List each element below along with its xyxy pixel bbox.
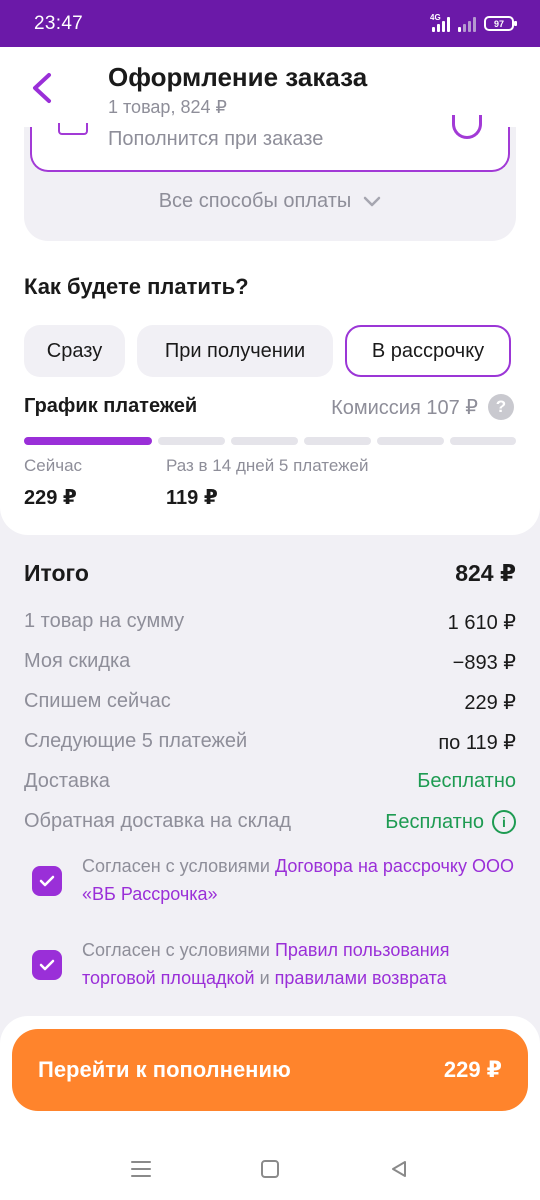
agreement-text: Согласен с условиями Правил пользования … [82, 940, 450, 988]
summary-row-label: Следующие 5 платежей [24, 730, 248, 752]
signal-weak-icon [458, 16, 476, 32]
chevron-down-icon [364, 196, 381, 206]
back-arrow-icon [33, 73, 51, 103]
progress-segment [377, 437, 444, 445]
question-icon[interactable]: ? [488, 394, 514, 420]
progress-segment [24, 437, 152, 445]
return-rules-link[interactable]: правилами возврата [275, 968, 447, 988]
delivery-value: Бесплатно [417, 770, 516, 792]
pay-option-now[interactable]: Сразу [24, 325, 125, 377]
now-label: Сейчас [24, 456, 83, 475]
back-button[interactable] [26, 68, 58, 108]
page-title: Оформление заказа [108, 62, 368, 92]
summary-row-value: по 119 ₽ [438, 732, 516, 754]
later-label: Раз в 14 дней 5 платежей [166, 456, 369, 475]
agreement-rules: Согласен с условиями Правил пользования … [32, 936, 516, 996]
system-navigation-bar [0, 1140, 540, 1200]
payment-method-text: Пополнится при заказе [108, 128, 324, 150]
info-icon[interactable]: i [492, 810, 516, 834]
progress-segment [158, 437, 225, 445]
cta-amount: 229 ₽ [443, 1057, 502, 1082]
pay-option-on-delivery[interactable]: При получении [137, 325, 333, 377]
summary-row-label: Спишем сейчас [24, 690, 171, 712]
summary-row-value: 229 ₽ [464, 692, 516, 714]
system-icons: 4G 97 [430, 13, 517, 32]
status-time: 23:47 [34, 12, 84, 34]
commission-label: Комиссия 107 ₽ [331, 396, 478, 419]
summary-row-label: Доставка [24, 770, 110, 792]
battery-icon: 97 [484, 16, 517, 31]
go-to-topup-button[interactable]: Перейти к пополнению 229 ₽ [12, 1029, 528, 1111]
now-amount: 229 ₽ [24, 487, 77, 509]
payment-progress [24, 437, 516, 445]
how-pay-title: Как будете платить? [24, 274, 249, 299]
back-triangle-icon[interactable] [384, 1154, 414, 1184]
agreement-checkbox[interactable] [32, 950, 62, 980]
status-bar: 23:47 4G 97 [0, 0, 540, 47]
schedule-title: График платежей [24, 395, 198, 417]
progress-segment [304, 437, 371, 445]
order-summary-subtitle: 1 товар, 824 ₽ [108, 97, 227, 117]
all-methods-label: Все способы оплаты [158, 190, 352, 212]
summary-row-label: Обратная доставка на склад [24, 810, 292, 832]
agreement-text: Согласен с условиями Договора на рассроч… [82, 856, 515, 904]
menu-icon[interactable] [126, 1154, 156, 1184]
check-icon [39, 959, 55, 971]
progress-segment [231, 437, 298, 445]
all-payment-methods-button[interactable]: Все способы оплаты [24, 190, 516, 213]
summary-row-label: 1 товар на сумму [24, 610, 185, 632]
method-radio-edge [452, 115, 482, 139]
check-icon [39, 875, 55, 887]
return-delivery-value: Бесплатно i [385, 810, 516, 834]
progress-segment [450, 437, 516, 445]
summary-row-value: 1 610 ₽ [447, 612, 516, 634]
pay-option-installments[interactable]: В рассрочку [345, 325, 511, 377]
cta-label: Перейти к пополнению [38, 1057, 291, 1082]
return-delivery-text: Бесплатно [385, 810, 484, 833]
summary-row-value: −893 ₽ [452, 652, 516, 674]
agreement-installment: Согласен с условиями Договора на рассроч… [32, 852, 516, 912]
signal-4g-icon: 4G [430, 13, 450, 32]
home-icon[interactable] [255, 1154, 285, 1184]
commission-info[interactable]: Комиссия 107 ₽ ? [331, 394, 514, 420]
agreement-checkbox[interactable] [32, 866, 62, 896]
total-value: 824 ₽ [455, 560, 516, 586]
method-checkbox-edge [58, 123, 88, 135]
total-label: Итого [24, 560, 89, 586]
summary-row-label: Моя скидка [24, 650, 131, 672]
later-amount: 119 ₽ [166, 487, 218, 509]
